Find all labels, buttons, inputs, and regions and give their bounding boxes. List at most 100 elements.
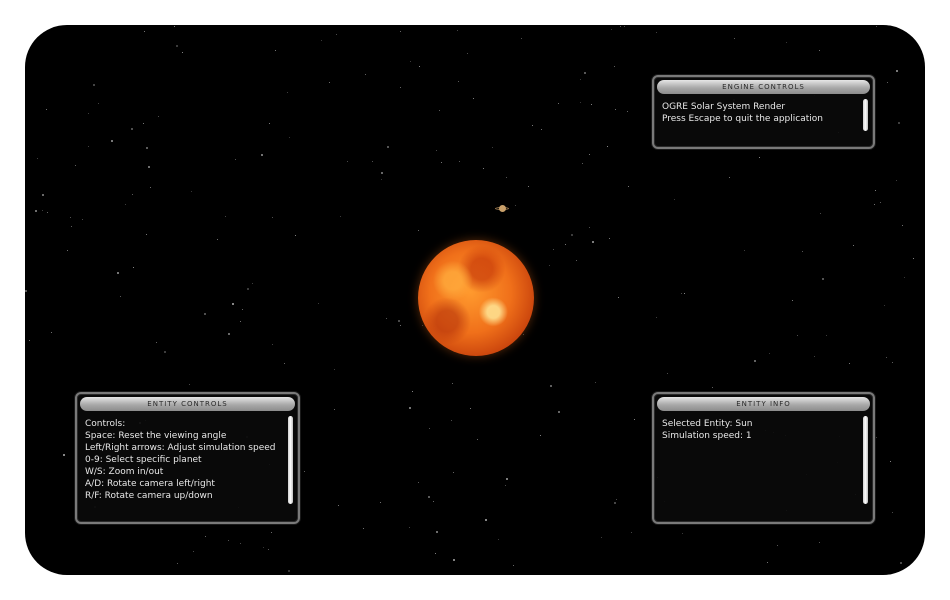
star — [767, 562, 768, 563]
star — [28, 559, 29, 560]
star — [338, 505, 339, 506]
star — [156, 342, 157, 343]
star — [235, 159, 236, 160]
engine-controls-scrollbar[interactable] — [863, 99, 868, 131]
star — [628, 186, 629, 187]
star — [252, 283, 253, 284]
star — [225, 216, 226, 217]
star — [492, 147, 493, 148]
star — [515, 205, 516, 206]
star — [521, 38, 522, 39]
star — [381, 172, 383, 174]
entity-info-line: Selected Entity: Sun — [662, 419, 753, 429]
star — [334, 409, 335, 410]
star — [158, 116, 159, 117]
star — [826, 335, 827, 336]
star — [217, 239, 218, 240]
star — [892, 512, 893, 513]
star — [902, 225, 903, 226]
star — [498, 539, 499, 540]
star — [614, 502, 616, 504]
star — [164, 351, 166, 353]
star — [886, 357, 887, 358]
star — [82, 219, 83, 220]
star — [822, 278, 824, 280]
star — [571, 234, 573, 236]
star — [365, 74, 366, 75]
star — [532, 125, 533, 126]
star — [457, 30, 458, 31]
star — [70, 217, 71, 218]
star — [176, 45, 178, 47]
star — [797, 335, 798, 336]
star — [240, 321, 241, 322]
star — [88, 146, 89, 147]
star — [589, 227, 590, 228]
star — [120, 296, 121, 297]
star — [88, 113, 89, 114]
star — [902, 27, 903, 28]
star — [272, 344, 273, 345]
entity-controls-line: A/D: Rotate camera left/right — [85, 479, 215, 489]
star — [506, 478, 508, 480]
star — [458, 81, 459, 82]
saturn-planet[interactable] — [495, 205, 509, 212]
star — [523, 334, 524, 335]
star — [439, 110, 440, 111]
star — [111, 140, 113, 142]
star — [340, 216, 341, 217]
star — [242, 309, 243, 310]
star — [631, 532, 632, 533]
star — [329, 82, 330, 83]
star — [580, 102, 581, 103]
render-window[interactable]: ENGINE CONTROLS OGRE Solar System Render… — [25, 25, 925, 575]
star — [549, 265, 550, 266]
engine-controls-text: OGRE Solar System Render Press Escape to… — [662, 101, 857, 125]
entity-controls-line: Left/Right arrows: Adjust simulation spe… — [85, 443, 276, 453]
entity-controls-text: Controls: Space: Reset the viewing angle… — [85, 418, 282, 502]
star — [433, 501, 434, 502]
star — [37, 158, 38, 159]
star — [473, 98, 474, 99]
star — [334, 369, 335, 370]
star — [71, 226, 72, 227]
star — [272, 217, 273, 218]
entity-controls-line: W/S: Zoom in/out — [85, 467, 164, 477]
star — [616, 499, 617, 500]
star — [146, 234, 147, 235]
sun[interactable] — [418, 240, 534, 356]
star — [592, 241, 594, 243]
star — [318, 303, 319, 304]
star — [876, 26, 877, 27]
engine-controls-panel: ENGINE CONTROLS OGRE Solar System Render… — [652, 75, 875, 149]
star — [422, 325, 423, 326]
star — [611, 29, 612, 30]
engine-controls-title: ENGINE CONTROLS — [657, 80, 870, 94]
star — [884, 305, 885, 306]
star — [63, 454, 65, 456]
star — [193, 551, 194, 552]
entity-info-scrollbar[interactable] — [863, 416, 868, 504]
star — [565, 244, 566, 245]
star — [287, 92, 288, 93]
star — [819, 50, 820, 51]
star — [513, 565, 514, 566]
star — [182, 52, 183, 53]
star — [467, 53, 468, 54]
entity-info-panel: ENTITY INFO Selected Entity: Sun Simulat… — [652, 392, 875, 524]
star — [412, 391, 413, 392]
star — [876, 437, 877, 438]
star — [584, 72, 586, 74]
star — [744, 250, 745, 251]
star — [814, 356, 815, 357]
star — [853, 245, 854, 246]
entity-controls-scrollbar[interactable] — [288, 416, 293, 504]
star — [410, 61, 411, 62]
star — [898, 122, 900, 124]
star — [400, 325, 401, 326]
star — [601, 537, 602, 538]
star — [204, 313, 206, 315]
star — [896, 180, 897, 181]
star — [228, 333, 230, 335]
star — [913, 258, 914, 259]
